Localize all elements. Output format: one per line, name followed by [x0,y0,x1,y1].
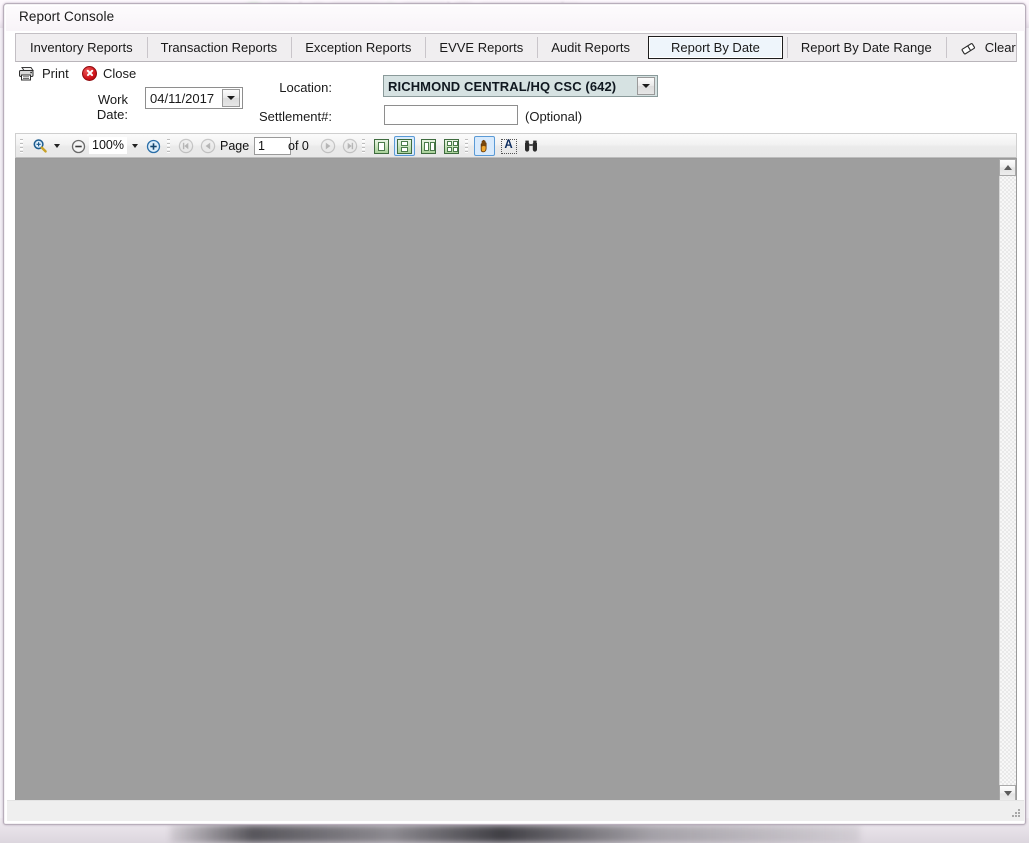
clear-button[interactable]: Clear [946,34,1026,61]
report-vertical-scrollbar[interactable] [999,159,1016,802]
toolbar-grip[interactable] [167,139,170,153]
page-number-input[interactable]: 1 [254,137,291,155]
chevron-down-icon[interactable] [637,77,655,95]
continuous-page-view-icon[interactable] [394,136,415,156]
tab-exception-reports[interactable]: Exception Reports [291,34,425,61]
zoom-level-dropdown-icon[interactable] [129,136,141,156]
scroll-up-button[interactable] [999,159,1016,176]
binoculars-find-icon[interactable] [521,136,541,156]
hand-pan-icon[interactable] [474,136,495,156]
toolbar-grip[interactable] [362,139,365,153]
work-date-value: 04/11/2017 [146,91,222,106]
print-button-label: Print [42,66,69,81]
tab-evve-reports[interactable]: EVVE Reports [425,34,537,61]
window-statusbar [7,800,1024,821]
zoom-tool-dropdown-icon[interactable] [51,136,63,156]
tab-label: Audit Reports [551,40,630,55]
text-select-icon[interactable]: A [499,136,518,156]
settlement-input[interactable] [384,105,518,125]
next-page-icon[interactable] [317,136,338,156]
tab-report-by-date[interactable]: Report By Date [648,36,783,59]
work-date-label: Work Date: [66,92,128,122]
close-button[interactable]: Close [82,63,136,83]
tab-report-by-date-range[interactable]: Report By Date Range [787,34,946,61]
chevron-down-icon[interactable] [222,89,240,107]
tab-label: Transaction Reports [161,40,278,55]
toolbar-grip[interactable] [465,139,468,153]
first-page-icon[interactable] [175,136,196,156]
window-client-area: Report Console Inventory Reports Transac… [5,5,1024,823]
tab-label: Report By Date [671,40,760,55]
single-page-view-icon[interactable] [371,136,392,156]
location-label: Location: [274,80,332,95]
location-dropdown[interactable]: RICHMOND CENTRAL/HQ CSC (642) [383,75,658,97]
screen: Report Console Inventory Reports Transac… [0,0,1029,843]
tab-label: Report By Date Range [801,40,932,55]
settlement-label: Settlement#: [251,109,332,124]
tab-label: EVVE Reports [439,40,523,55]
close-circle-icon [82,66,97,81]
background-taskbar-ghost [170,825,860,843]
page-label: Page [220,139,249,153]
toolbar-grip[interactable] [20,139,23,153]
eraser-icon [960,41,978,55]
report-console-window: Report Console Inventory Reports Transac… [3,3,1026,825]
report-tab-bar: Inventory Reports Transaction Reports Ex… [15,33,1017,62]
magnifier-icon[interactable] [29,136,50,156]
report-canvas[interactable] [15,158,1017,801]
report-viewer-toolbar: 100% [15,133,1017,158]
settlement-optional-hint: (Optional) [525,109,582,124]
window-title: Report Console [19,9,114,24]
zoom-level-value[interactable]: 100% [89,137,127,154]
clear-button-label: Clear [985,40,1016,55]
close-button-label: Close [103,66,136,81]
two-page-view-icon[interactable] [418,136,439,156]
grid-page-view-icon[interactable] [441,136,462,156]
page-total-label: of 0 [288,139,309,153]
zoom-in-icon[interactable] [143,136,164,156]
tab-inventory-reports[interactable]: Inventory Reports [16,34,147,61]
print-button[interactable]: Print [18,63,69,83]
previous-page-icon[interactable] [197,136,218,156]
tab-label: Inventory Reports [30,40,133,55]
printer-icon [18,66,36,81]
last-page-icon[interactable] [339,136,360,156]
work-date-field[interactable]: 04/11/2017 [145,87,243,109]
resize-grip[interactable] [1011,809,1021,819]
tab-label: Exception Reports [305,40,411,55]
tab-transaction-reports[interactable]: Transaction Reports [147,34,292,61]
zoom-out-icon[interactable] [68,136,89,156]
location-value: RICHMOND CENTRAL/HQ CSC (642) [384,79,637,94]
tab-audit-reports[interactable]: Audit Reports [537,34,644,61]
window-titlebar: Report Console [6,6,1025,31]
